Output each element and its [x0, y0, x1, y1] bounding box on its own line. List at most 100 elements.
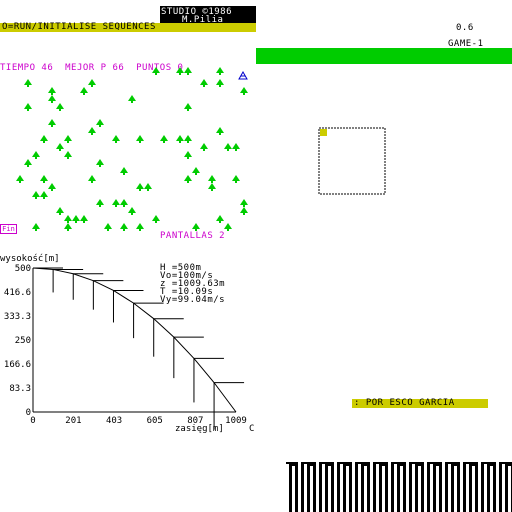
tree-icon — [128, 207, 136, 213]
tree-icon — [200, 79, 208, 85]
tree-icon — [112, 199, 120, 205]
tree-trunk — [243, 93, 245, 95]
tree-trunk — [27, 165, 29, 167]
tree-icon — [24, 159, 32, 165]
tree-icon — [96, 159, 104, 165]
tree-trunk — [43, 181, 45, 183]
x-tick-label: 403 — [106, 416, 122, 426]
tree-trunk — [59, 149, 61, 151]
tree-icon — [240, 199, 248, 205]
tree-trunk — [235, 149, 237, 151]
tree-trunk — [147, 189, 149, 191]
version-label: 0.6 — [456, 23, 474, 33]
tree-icon — [232, 143, 240, 149]
tree-trunk — [131, 213, 133, 215]
tree-trunk — [43, 197, 45, 199]
chart-xlabel: zasięg[m] — [175, 424, 224, 434]
tree-trunk — [43, 141, 45, 143]
tree-icon — [56, 143, 64, 149]
tree-trunk — [243, 205, 245, 207]
tree-trunk — [115, 141, 117, 143]
tree-icon — [72, 215, 80, 221]
tree-icon — [24, 79, 32, 85]
tree-icon — [64, 135, 72, 141]
tree-icon — [88, 175, 96, 181]
tree-trunk — [59, 109, 61, 111]
tree-icon — [120, 167, 128, 173]
credit-text: : POR ESCO GARCIA — [354, 398, 455, 408]
tree-trunk — [107, 229, 109, 231]
velocity-vectors — [32, 267, 245, 430]
tree-icon — [40, 191, 48, 197]
x-tick-label: 605 — [147, 416, 163, 426]
tree-icon — [192, 167, 200, 173]
tree-icon — [200, 143, 208, 149]
minimap-position-marker — [320, 129, 327, 136]
tree-trunk — [123, 173, 125, 175]
minimap-frame — [318, 127, 386, 195]
tree-trunk — [35, 197, 37, 199]
tree-icon — [240, 207, 248, 213]
tree-icon — [64, 215, 72, 221]
tree-trunk — [227, 149, 229, 151]
tree-icon — [240, 87, 248, 93]
tree-trunk — [75, 221, 77, 223]
tree-trunk — [67, 141, 69, 143]
loading-noise — [256, 448, 512, 512]
minimap — [318, 127, 386, 195]
tree-trunk — [51, 101, 53, 103]
tree-trunk — [35, 157, 37, 159]
tree-icon — [112, 135, 120, 141]
chart-ticks: 0 201 403 605 807 1009083.3166.6250333.3416.6… — [4, 264, 247, 426]
tree-trunk — [83, 93, 85, 95]
tree-trunk — [51, 125, 53, 127]
tree-trunk — [99, 165, 101, 167]
tree-trunk — [131, 101, 133, 103]
pantallas-counter: PANTALLAS 2 — [160, 231, 226, 241]
x-tick-label: 0 — [30, 416, 35, 426]
tree-icon — [136, 183, 144, 189]
tree-icon — [120, 199, 128, 205]
tree-trunk — [27, 85, 29, 87]
tree-trunk — [179, 73, 181, 75]
tree-icon — [208, 183, 216, 189]
x-tick-label: 201 — [65, 416, 81, 426]
tree-trunk — [187, 141, 189, 143]
tree-icon — [192, 223, 200, 229]
tree-icon — [224, 143, 232, 149]
y-tick-label: 0 — [26, 408, 31, 418]
tree-icon — [64, 151, 72, 157]
tree-trunk — [123, 205, 125, 207]
tree-icon — [32, 223, 40, 229]
tree-icon — [184, 175, 192, 181]
tree-icon — [80, 87, 88, 93]
tree-trunk — [91, 85, 93, 87]
tree-trunk — [67, 229, 69, 231]
tree-icon — [160, 135, 168, 141]
tree-icon — [184, 151, 192, 157]
tree-icon — [136, 135, 144, 141]
tree-trunk — [139, 141, 141, 143]
tree-trunk — [211, 181, 213, 183]
tree-icon — [16, 175, 24, 181]
y-tick-label: 500 — [15, 264, 31, 274]
tree-icon — [32, 191, 40, 197]
tree-icon — [176, 135, 184, 141]
tree-trunk — [139, 229, 141, 231]
tree-trunk — [35, 229, 37, 231]
tree-trunk — [179, 141, 181, 143]
tree-icon — [104, 223, 112, 229]
forest-playfield — [16, 67, 248, 231]
tree-trunk — [123, 229, 125, 231]
tree-trunk — [203, 85, 205, 87]
tree-trunk — [83, 221, 85, 223]
tree-trunk — [27, 109, 29, 111]
tree-trunk — [59, 213, 61, 215]
tree-trunk — [187, 181, 189, 183]
tree-icon — [88, 79, 96, 85]
tree-icon — [152, 215, 160, 221]
tree-icon — [184, 67, 192, 73]
green-bar — [256, 48, 512, 64]
tree-trunk — [155, 73, 157, 75]
x-tick-label: 1009 — [225, 416, 247, 426]
